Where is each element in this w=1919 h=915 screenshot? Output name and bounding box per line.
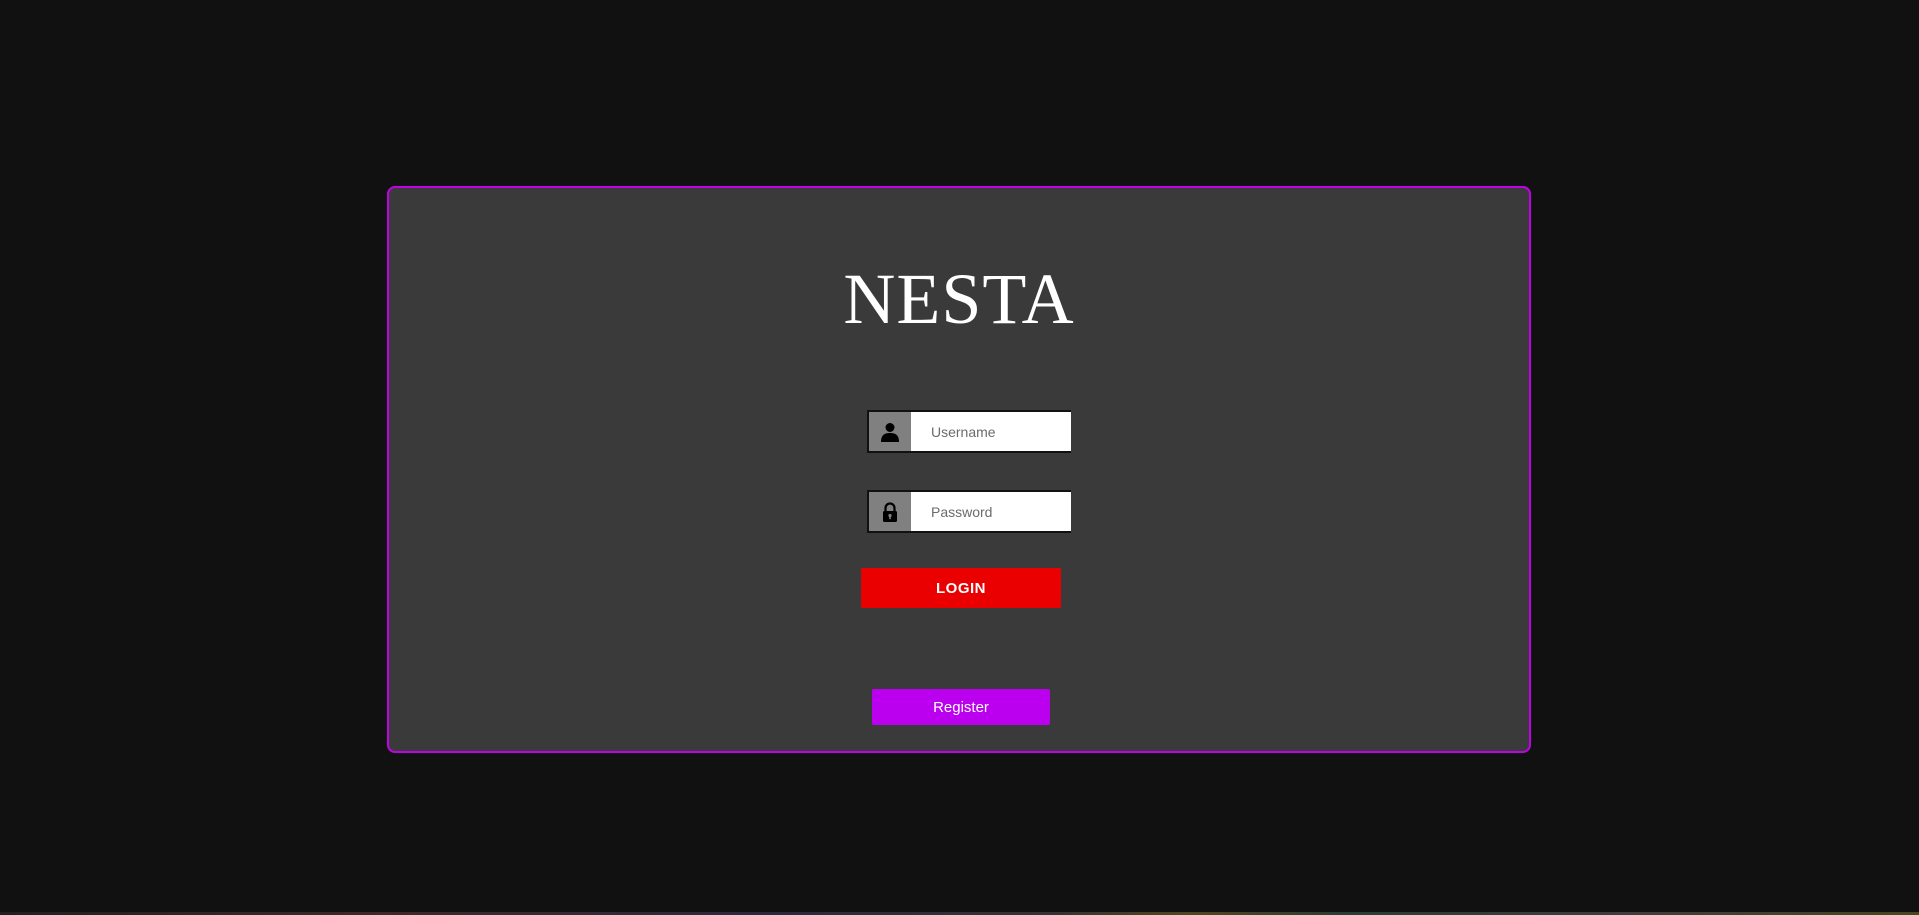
login-button[interactable]: LOGIN xyxy=(861,568,1061,608)
lock-icon xyxy=(869,492,911,531)
login-card: NESTA LOGIN Register xyxy=(387,186,1531,753)
username-input[interactable] xyxy=(911,412,1071,451)
username-field xyxy=(867,410,1071,453)
password-field xyxy=(867,490,1071,533)
brand-title: NESTA xyxy=(843,259,1075,339)
password-input[interactable] xyxy=(911,492,1071,531)
register-button[interactable]: Register xyxy=(872,689,1050,725)
user-icon xyxy=(869,412,911,451)
